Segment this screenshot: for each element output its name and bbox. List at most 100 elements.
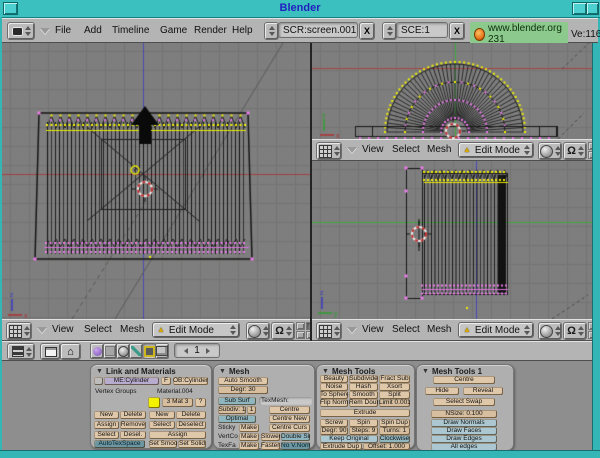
offset-spinner[interactable]: Offset: 1.000 bbox=[363, 443, 410, 450]
header-collapse-icon[interactable] bbox=[347, 147, 357, 153]
optimal-toggle[interactable]: Optimal bbox=[218, 415, 256, 423]
scene-name-field[interactable]: SCE:1 bbox=[396, 22, 448, 38]
flip-normals-button[interactable]: Flip Norm bbox=[320, 399, 348, 407]
window-type-button[interactable] bbox=[7, 22, 35, 40]
panel-mesh[interactable]: ▼Mesh Auto Smooth Degr: 30 Sub Surf TexM… bbox=[213, 364, 315, 449]
mode-dropdown[interactable]: ▲ Edit Mode bbox=[458, 322, 534, 338]
set-smooth-button[interactable]: Set Smoo bbox=[149, 440, 177, 448]
centre-button[interactable]: Centre bbox=[269, 406, 310, 414]
set-solid-button[interactable]: Set Solid bbox=[178, 440, 206, 448]
draw-type-button[interactable] bbox=[538, 322, 562, 340]
frame-number-field[interactable]: 1 bbox=[174, 343, 220, 358]
viewport-type-button[interactable] bbox=[6, 322, 32, 340]
panel-collapse-icon[interactable]: ▼ bbox=[96, 368, 103, 375]
mesh-menu[interactable]: Mesh bbox=[427, 324, 451, 335]
panel-header[interactable]: ▼Mesh Tools 1 bbox=[422, 367, 482, 376]
vgroup-new-button[interactable]: New bbox=[94, 411, 119, 419]
clockwise-toggle[interactable]: Clockwise bbox=[379, 435, 410, 443]
material-index-spinner[interactable]: 3 Mat 3 bbox=[162, 398, 193, 407]
screen-name-field[interactable]: SCR:screen.001 bbox=[278, 22, 358, 38]
fract-subd-button[interactable]: Fract Sub bbox=[379, 375, 410, 383]
smooth-button[interactable]: Smooth bbox=[349, 391, 378, 399]
mesh-name-field[interactable]: ME:Cylinder bbox=[104, 377, 159, 385]
sticky-make-button[interactable]: Make bbox=[239, 424, 259, 432]
material-new-button[interactable]: New bbox=[149, 411, 175, 419]
material-color-swatch[interactable] bbox=[148, 397, 160, 408]
mesh-menu[interactable]: Mesh bbox=[427, 144, 451, 155]
viewport-side[interactable] bbox=[312, 161, 592, 319]
proportional-edit-button[interactable]: Ω bbox=[271, 322, 295, 340]
reveal-button[interactable]: Reveal bbox=[463, 387, 503, 395]
screen-delete-button[interactable]: X bbox=[359, 22, 375, 40]
extrude-dup-button[interactable]: Extrude Dup bbox=[320, 443, 362, 450]
panel-header[interactable]: ▼Link and Materials bbox=[96, 367, 176, 376]
vgroup-remove-button[interactable]: Remove bbox=[120, 421, 146, 429]
scene-context-button[interactable] bbox=[155, 343, 169, 359]
home-button[interactable]: ⌂ bbox=[60, 343, 81, 360]
menu-game[interactable]: Game bbox=[160, 25, 187, 36]
keep-original-toggle[interactable]: Keep Original bbox=[320, 435, 378, 443]
screen-browse-button[interactable] bbox=[264, 22, 279, 40]
script-context-button[interactable] bbox=[103, 343, 117, 359]
draw-type-button[interactable] bbox=[246, 322, 270, 340]
hide-button[interactable]: Hide bbox=[425, 387, 459, 395]
panel-header[interactable]: ▼Mesh bbox=[219, 367, 249, 376]
beauty-toggle[interactable]: Beauty bbox=[320, 375, 348, 383]
object-context-button[interactable] bbox=[129, 343, 143, 359]
panel-mesh-tools-1[interactable]: ▼Mesh Tools 1 Centre Hide Reveal Select … bbox=[416, 364, 514, 451]
degr-spinner[interactable]: Degr: 30 bbox=[218, 386, 268, 394]
menu-render[interactable]: Render bbox=[194, 25, 227, 36]
spin-button[interactable]: Spin bbox=[349, 419, 378, 427]
view-menu[interactable]: View bbox=[362, 324, 384, 335]
autotexspace-toggle[interactable]: AutoTexSpace bbox=[94, 440, 145, 448]
auto-smooth-toggle[interactable]: Auto Smooth bbox=[218, 377, 268, 385]
scene-browse-button[interactable] bbox=[382, 22, 397, 40]
nsize-spinner[interactable]: NSize: 0.100 bbox=[431, 410, 497, 418]
menu-add[interactable]: Add bbox=[84, 25, 102, 36]
material-delete-button[interactable]: Delete bbox=[176, 411, 206, 419]
vertcol-make-button[interactable]: Make bbox=[239, 433, 259, 441]
scene-delete-button[interactable]: X bbox=[449, 22, 465, 40]
vgroup-select-button[interactable]: Select bbox=[94, 431, 119, 439]
degr-spinner[interactable]: Degr: 90 bbox=[320, 427, 348, 435]
panel-collapse-icon[interactable]: ▼ bbox=[219, 368, 226, 375]
window-layout-button[interactable] bbox=[40, 343, 61, 360]
fake-user-button[interactable]: F bbox=[161, 377, 171, 385]
spin-dup-button[interactable]: Spin Dup bbox=[379, 419, 410, 427]
texmesh-field[interactable]: TexMesh: bbox=[259, 397, 312, 405]
menu-timeline[interactable]: Timeline bbox=[112, 25, 149, 36]
extrude-button[interactable]: Extrude bbox=[320, 409, 410, 417]
mesh-menu[interactable]: Mesh bbox=[120, 324, 144, 335]
panel-collapse-icon[interactable]: ▼ bbox=[322, 368, 329, 375]
select-menu[interactable]: Select bbox=[392, 324, 420, 335]
panel-mesh-tools[interactable]: ▼Mesh Tools Beauty Subdivide Fract Sub N… bbox=[316, 364, 415, 449]
mesh-browse-button[interactable] bbox=[94, 377, 103, 385]
window-close-button[interactable] bbox=[586, 2, 599, 15]
faster-draw-button[interactable]: FasterDr bbox=[261, 442, 280, 450]
shading-context-button[interactable] bbox=[116, 343, 130, 359]
double-sided-toggle[interactable]: Double Side bbox=[281, 433, 310, 441]
mode-dropdown[interactable]: ▲ Edit Mode bbox=[152, 322, 240, 338]
menu-help[interactable]: Help bbox=[232, 25, 253, 36]
panel-collapse-icon[interactable]: ▼ bbox=[422, 368, 429, 375]
centre-cursor-button[interactable]: Centre Curs bbox=[269, 424, 310, 432]
limit-spinner[interactable]: Limit 0.001 bbox=[379, 399, 410, 407]
menubar-collapse-icon[interactable] bbox=[40, 28, 50, 34]
subdiv-render-spinner[interactable]: 1 bbox=[247, 406, 256, 414]
material-deselect-button[interactable]: Deselect bbox=[176, 421, 206, 429]
screw-button[interactable]: Screw bbox=[320, 419, 348, 427]
to-sphere-button[interactable]: To Sphere bbox=[320, 391, 348, 399]
viewport-front[interactable] bbox=[2, 43, 310, 319]
proportional-edit-button[interactable]: Ω bbox=[563, 142, 587, 160]
material-select-button[interactable]: Select bbox=[149, 421, 175, 429]
object-name-field[interactable]: OB:Cylinder bbox=[173, 377, 208, 385]
mode-dropdown[interactable]: ▲ Edit Mode bbox=[458, 142, 534, 158]
vgroup-delete-button[interactable]: Delete bbox=[120, 411, 146, 419]
viewport-top[interactable] bbox=[312, 43, 592, 139]
view-menu[interactable]: View bbox=[52, 324, 74, 335]
subdiv-spinner[interactable]: Subdiv: 1 bbox=[218, 406, 246, 414]
remove-doubles-button[interactable]: Rem Doub bbox=[349, 399, 378, 407]
header-collapse-icon[interactable] bbox=[347, 327, 357, 333]
window-minimize-button[interactable] bbox=[572, 2, 587, 15]
centre-new-button[interactable]: Centre New bbox=[269, 415, 310, 423]
